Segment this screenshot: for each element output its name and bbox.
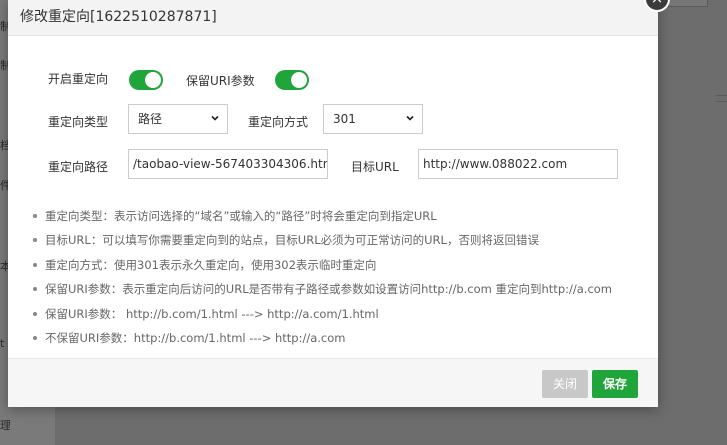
list-item: 保留URI参数： http://b.com/1.html ---> http:/… [32, 306, 652, 330]
enable-redirect-label: 开启重定向 [48, 72, 109, 86]
redirect-method-select[interactable]: 301 [323, 104, 423, 134]
close-button[interactable]: 关闭 [542, 370, 588, 398]
list-item: 重定向方式：使用301表示永久重定向，使用302表示临时重定向 [32, 257, 652, 281]
redirect-method-label: 重定向方式 [248, 115, 309, 129]
chevron-down-icon [406, 115, 414, 121]
redirect-type-value: 路径 [138, 112, 163, 126]
background-top-control [668, 0, 708, 7]
keep-uri-label: 保留URI参数 [186, 74, 255, 88]
redirect-method-value: 301 [333, 112, 356, 126]
background-sidebar-fragment: 理 [0, 419, 10, 432]
enable-redirect-toggle[interactable] [129, 70, 163, 90]
dialog-title: 修改重定向[1622510287871] [20, 9, 217, 25]
redirect-type-label: 重定向类型 [48, 115, 109, 129]
toggle-knob [145, 72, 161, 88]
redirect-path-label: 重定向路径 [48, 160, 109, 174]
background-divider [716, 95, 727, 102]
dialog-footer: 关闭 保存 [8, 358, 658, 407]
list-item: 重定向类型：表示访问选择的“域名”或输入的“路径”时将会重定向到指定URL [32, 208, 652, 232]
edit-redirect-dialog: 修改重定向[1622510287871] × 开启重定向 保留URI参数 重定向… [8, 0, 670, 407]
redirect-path-input[interactable]: /taobao-view-567403304306.htm [128, 149, 328, 179]
save-button[interactable]: 保存 [592, 370, 638, 398]
chevron-down-icon [211, 115, 219, 121]
list-item: 保留URI参数：表示重定向后访问的URL是否带有子路径或参数如设置访问http:… [32, 281, 652, 305]
target-url-input[interactable]: http://www.088022.com [418, 149, 618, 179]
dialog-header: 修改重定向[1622510287871] [8, 0, 658, 36]
target-url-label: 目标URL [351, 160, 399, 174]
list-item: 不保留URI参数：http://b.com/1.html ---> http:/… [32, 330, 652, 354]
toggle-knob [291, 72, 307, 88]
help-tips-list: 重定向类型：表示访问选择的“域名”或输入的“路径”时将会重定向到指定URL 目标… [32, 208, 652, 354]
list-item: 目标URL：可以填写你需要重定向到的站点，目标URL必须为可正常访问的URL，否… [32, 232, 652, 256]
redirect-type-select[interactable]: 路径 [128, 104, 228, 134]
keep-uri-toggle[interactable] [275, 70, 309, 90]
